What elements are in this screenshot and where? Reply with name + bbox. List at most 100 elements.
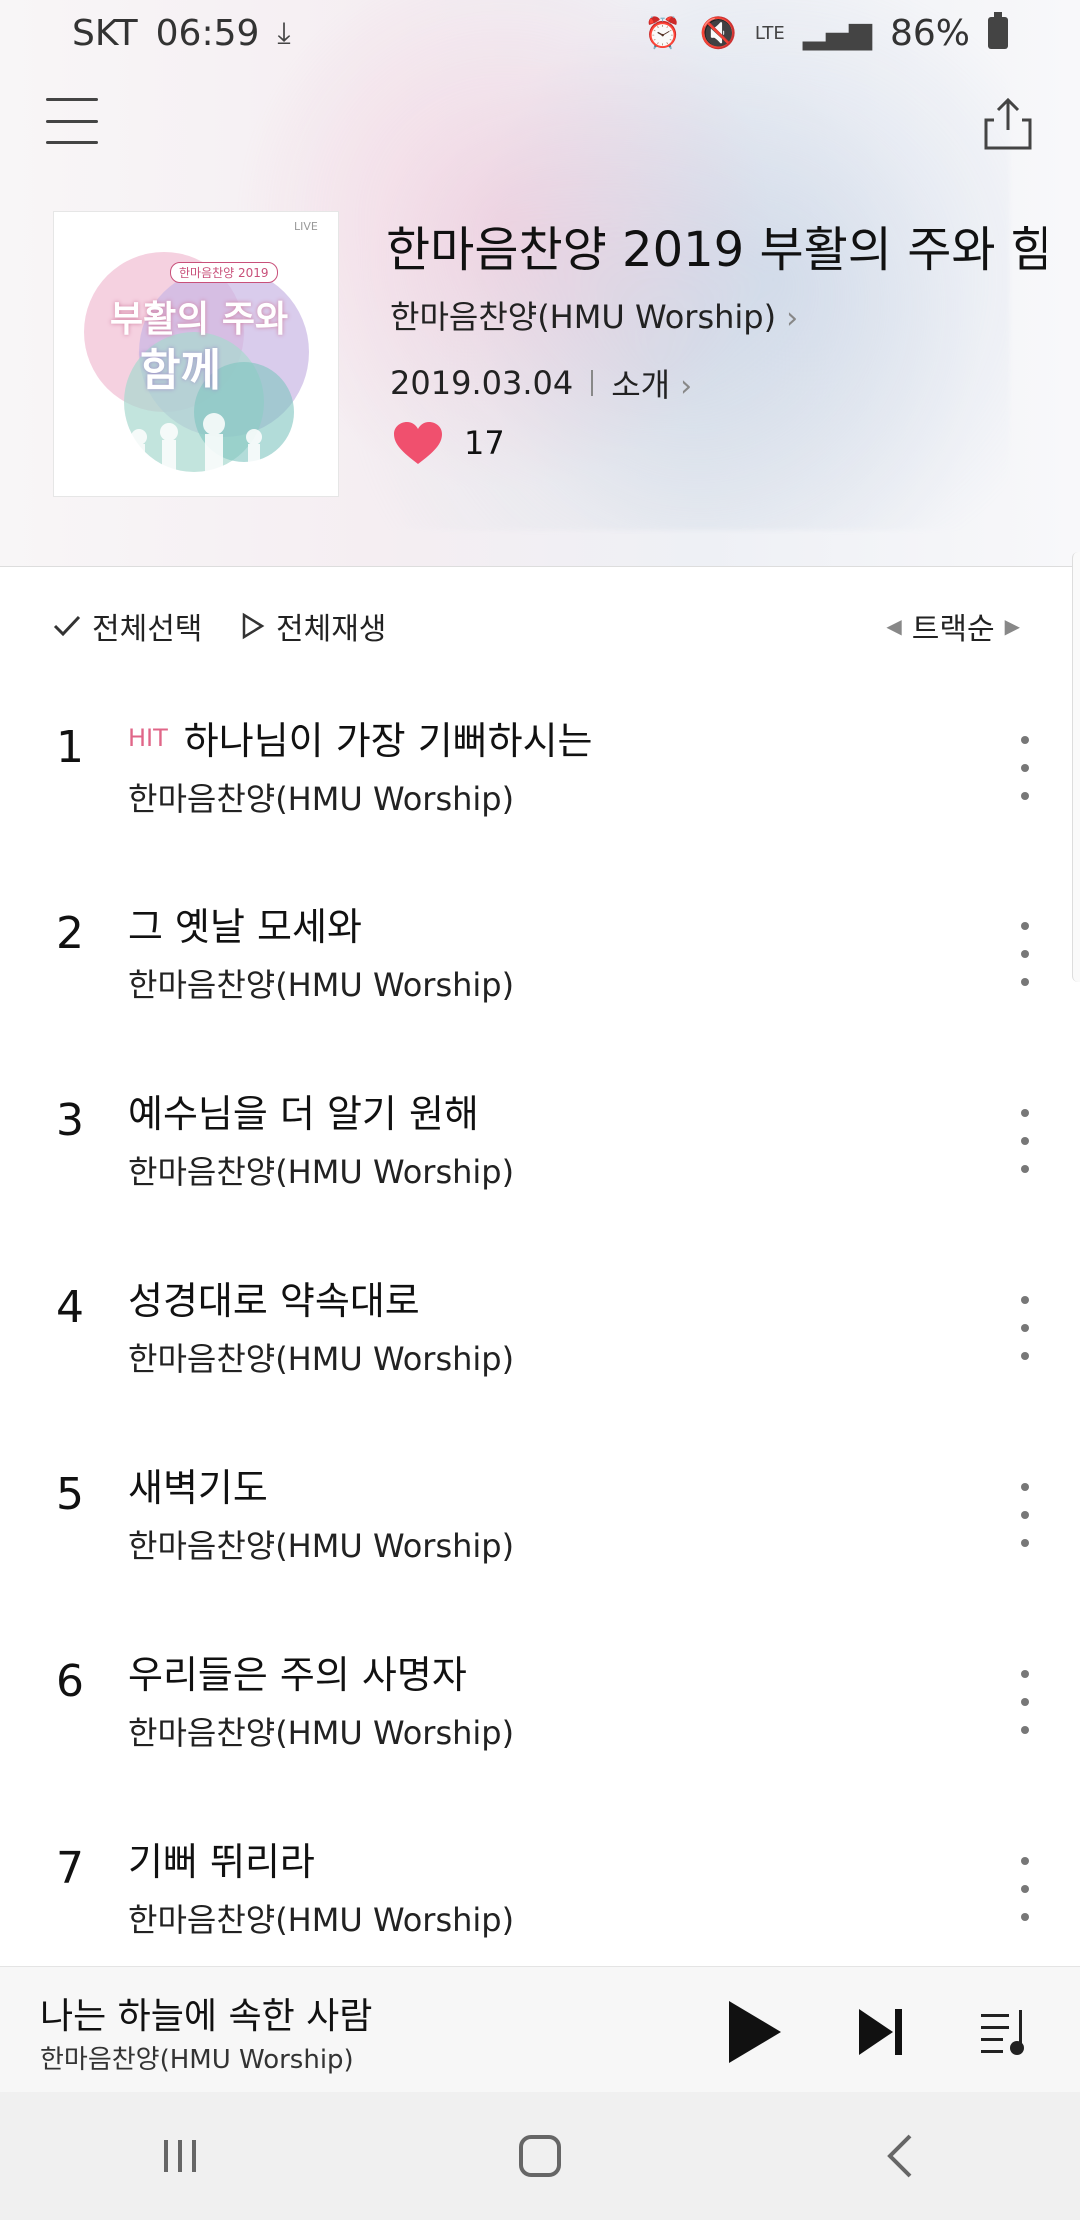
like-button[interactable]: 17: [392, 420, 505, 466]
track-row[interactable]: 5 새벽기도 한마음찬양(HMU Worship): [0, 1447, 1080, 1633]
system-nav-bar: [0, 2092, 1080, 2220]
track-artist: 한마음찬양(HMU Worship): [128, 966, 515, 1004]
album-title: 한마음찬양 2019 부활의 주와 함께: [386, 222, 1046, 278]
track-artist: 한마음찬양(HMU Worship): [128, 1714, 515, 1752]
cover-badge: 한마음찬양 2019: [170, 262, 278, 283]
battery-icon: [988, 12, 1008, 49]
dot: [1021, 1726, 1029, 1734]
track-artist: 한마음찬양(HMU Worship): [128, 1527, 515, 1565]
dot: [1021, 736, 1029, 744]
dot: [1021, 922, 1029, 930]
more-options-button[interactable]: [1010, 1857, 1040, 1921]
dot: [1021, 1165, 1029, 1173]
cover-live-label: LIVE: [294, 220, 318, 233]
back-button[interactable]: [860, 2116, 940, 2196]
carrier: SKT: [72, 12, 138, 54]
play-all-button[interactable]: 전체재생: [240, 604, 386, 648]
checkmark-icon: [53, 615, 81, 637]
alarm-icon: ⏰: [644, 15, 682, 51]
mute-icon: 🔇: [699, 15, 737, 51]
track-title: 우리들은 주의 사명자: [128, 1653, 467, 1697]
now-playing-title: 나는 하늘에 속한 사람: [40, 1996, 373, 2037]
home-icon: [519, 2135, 561, 2177]
track-number: 1: [56, 722, 84, 773]
play-all-label: 전체재생: [276, 612, 387, 647]
recent-apps-icon: [164, 2140, 196, 2172]
select-all-label: 전체선택: [92, 612, 203, 647]
track-number: 5: [56, 1469, 84, 1520]
status-bar: SKT 06:59 ⤓ ⏰ 🔇 LTE ▂▄▆ 86%: [0, 0, 1080, 66]
track-title: 성경대로 약속대로: [128, 1279, 420, 1323]
dot: [1021, 1857, 1029, 1865]
track-artist: 한마음찬양(HMU Worship): [128, 1153, 515, 1191]
album-cover[interactable]: 한마음찬양 2019 부활의 주와 함께 LIVE: [54, 212, 338, 496]
dot: [1021, 1698, 1029, 1706]
now-playing-artist: 한마음찬양(HMU Worship): [40, 2045, 354, 2075]
like-count: 17: [464, 424, 505, 462]
more-options-button[interactable]: [1010, 1296, 1040, 1360]
sort-selector[interactable]: ◀ 트랙순 ▶: [886, 604, 1020, 648]
playlist-button[interactable]: [970, 1997, 1040, 2067]
dot: [1021, 1913, 1029, 1921]
caret-left-icon[interactable]: ◀: [886, 614, 901, 638]
clock: 06:59: [155, 12, 260, 54]
dot: [1021, 1511, 1029, 1519]
dot: [1021, 1539, 1029, 1547]
track-row[interactable]: 7 기뻐 뛰리라 한마음찬양(HMU Worship): [0, 1821, 1080, 1966]
recent-apps-button[interactable]: [140, 2116, 220, 2196]
track-title: 예수님을 더 알기 원해: [128, 1092, 479, 1136]
dot: [1021, 1137, 1029, 1145]
dot: [1021, 1352, 1029, 1360]
next-button[interactable]: [846, 1997, 916, 2067]
track-row[interactable]: 3 예수님을 더 알기 원해 한마음찬양(HMU Worship): [0, 1073, 1080, 1259]
track-number: 3: [56, 1095, 84, 1146]
chevron-right-icon: ›: [680, 369, 693, 404]
cover-title-bottom: 함께: [140, 345, 221, 396]
mini-player[interactable]: 나는 하늘에 속한 사람 한마음찬양(HMU Worship): [0, 1966, 1080, 2093]
lte-icon: LTE: [754, 22, 785, 44]
back-icon: [887, 2134, 912, 2178]
track-number: 2: [56, 908, 84, 959]
track-row[interactable]: 6 우리들은 주의 사명자 한마음찬양(HMU Worship): [0, 1634, 1080, 1820]
intro-link[interactable]: 소개 ›: [611, 360, 692, 406]
hit-badge: HIT: [128, 723, 168, 752]
more-options-button[interactable]: [1010, 922, 1040, 986]
caret-right-icon[interactable]: ▶: [1005, 614, 1020, 638]
play-icon: [729, 2001, 781, 2063]
play-button[interactable]: [720, 1997, 790, 2067]
download-icon: ⤓: [277, 15, 291, 51]
track-row[interactable]: 4 성경대로 약속대로 한마음찬양(HMU Worship): [0, 1260, 1080, 1446]
track-row[interactable]: 2 그 옛날 모세와 한마음찬양(HMU Worship): [0, 886, 1080, 1072]
sort-label: 트랙순: [911, 612, 995, 647]
battery-percent: 86%: [889, 12, 970, 54]
home-button[interactable]: [500, 2116, 580, 2196]
album-meta: 2019.03.04 소개 ›: [390, 360, 692, 406]
share-button[interactable]: [980, 96, 1036, 152]
track-title: 그 옛날 모세와: [128, 905, 362, 949]
more-options-button[interactable]: [1010, 736, 1040, 800]
track-number: 4: [56, 1282, 84, 1333]
artist-link[interactable]: 한마음찬양(HMU Worship) ›: [390, 292, 798, 338]
track-number: 6: [56, 1656, 84, 1707]
track-toolbar: 전체선택 전체재생 ◀ 트랙순 ▶: [0, 566, 1080, 686]
dot: [1021, 1483, 1029, 1491]
dot: [1021, 1109, 1029, 1117]
track-artist: 한마음찬양(HMU Worship): [128, 780, 515, 818]
hamburger-line: [46, 119, 98, 123]
dot: [1021, 764, 1029, 772]
intro-label: 소개: [611, 366, 671, 404]
more-options-button[interactable]: [1010, 1483, 1040, 1547]
select-all-button[interactable]: 전체선택: [52, 604, 202, 648]
more-options-button[interactable]: [1010, 1670, 1040, 1734]
artist-name: 한마음찬양(HMU Worship): [390, 298, 777, 336]
menu-button[interactable]: [46, 98, 98, 144]
track-artist: 한마음찬양(HMU Worship): [128, 1901, 515, 1939]
dot: [1021, 978, 1029, 986]
more-options-button[interactable]: [1010, 1109, 1040, 1173]
hamburger-icon: [46, 98, 98, 101]
dot: [1021, 1670, 1029, 1678]
track-row[interactable]: 1 HIT 하나님이 가장 기뻐하시는 한마음찬양(HMU Worship): [0, 700, 1080, 886]
play-outline-icon: [242, 612, 265, 640]
track-number: 7: [56, 1843, 84, 1894]
playlist-icon: [981, 2010, 1024, 2055]
